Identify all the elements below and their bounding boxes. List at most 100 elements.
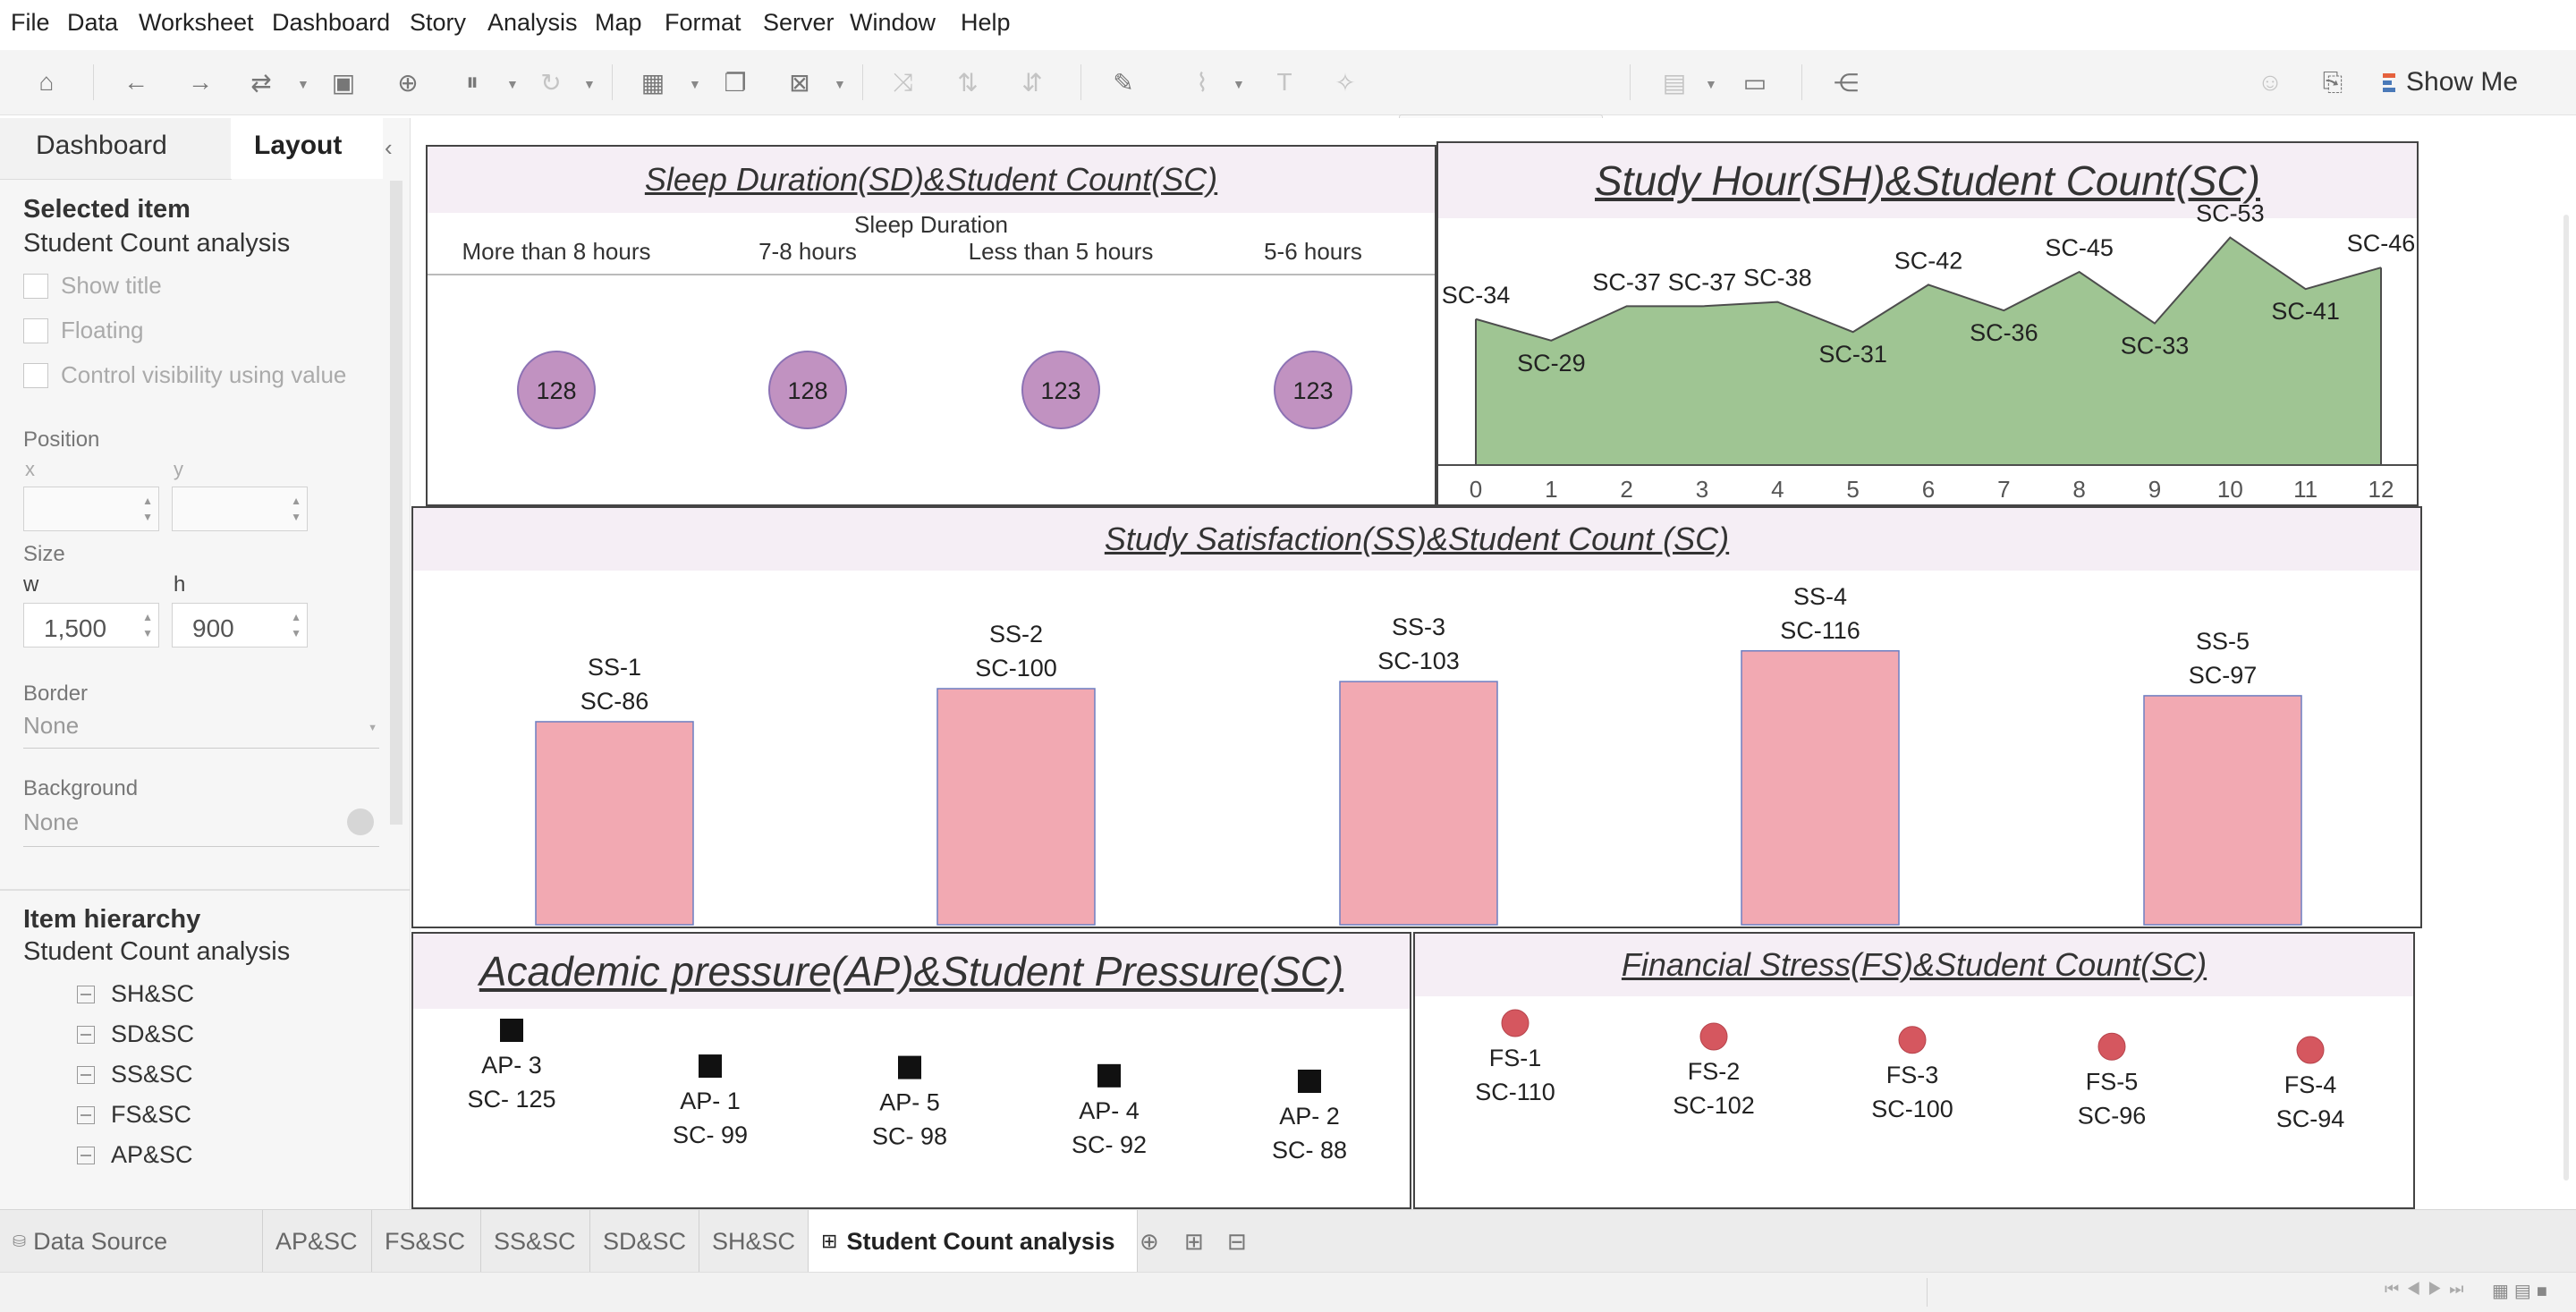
- height-field[interactable]: 900 ▲ ▼: [172, 603, 308, 648]
- chevron-down-icon[interactable]: ▼: [834, 77, 846, 91]
- redo-icon[interactable]: →: [184, 66, 216, 98]
- refresh-icon[interactable]: ↻: [535, 66, 567, 98]
- pressure-category-label: AP- 5: [879, 1089, 940, 1116]
- new-data-source-icon[interactable]: ⊕: [392, 66, 424, 98]
- toolbar-separator: [1080, 64, 1081, 100]
- clear-sheet-icon[interactable]: ⊠: [784, 66, 816, 98]
- sort-ascending-icon[interactable]: ⇅: [952, 66, 984, 98]
- format-painter-icon[interactable]: ⎘: [2317, 66, 2349, 98]
- annotate-icon[interactable]: ⌇: [1186, 66, 1218, 98]
- chevron-down-icon[interactable]: ▼: [1705, 77, 1717, 91]
- color-swatch-icon[interactable]: [347, 808, 374, 835]
- stepper-icon[interactable]: ▲ ▼: [142, 493, 153, 525]
- tab-sh-sc[interactable]: SH&SC: [699, 1210, 809, 1273]
- new-dashboard-icon[interactable]: ⊞: [1184, 1228, 1204, 1256]
- hierarchy-item-fs-sc[interactable]: FS&SC: [77, 1101, 191, 1129]
- width-field[interactable]: 1,500 ▲ ▼: [23, 603, 159, 648]
- sheet-navigation-icon[interactable]: ⏮◀▶⏭: [2385, 1280, 2471, 1299]
- study-satisfaction-marks: SS-1 SC-86 SS-2 SC-100 SS-3 SC-103 SS-4 SC-116 S…: [535, 583, 2302, 926]
- ask-data-icon[interactable]: ☺: [2254, 66, 2286, 98]
- stress-dot: [1699, 1022, 1728, 1051]
- show-title-checkbox[interactable]: Show title: [23, 272, 162, 300]
- menu-analysis[interactable]: Analysis: [487, 9, 578, 37]
- new-story-icon[interactable]: ⊟: [1227, 1228, 1247, 1256]
- tab-sd-sc[interactable]: SD&SC: [590, 1210, 699, 1273]
- pane-scrollbar[interactable]: [390, 181, 402, 825]
- menu-server[interactable]: Server: [763, 9, 835, 37]
- new-worksheet-icon[interactable]: ⊕: [1140, 1228, 1159, 1256]
- study-satisfaction-chart[interactable]: Study Satisfaction(SS)&Student Count (SC…: [411, 506, 2422, 928]
- menu-worksheet[interactable]: Worksheet: [139, 9, 254, 37]
- pressure-square: [1298, 1070, 1321, 1093]
- menu-window[interactable]: Window: [850, 9, 936, 37]
- share-icon[interactable]: ⋲: [1830, 66, 1862, 98]
- dashboard-canvas: Sleep Duration(SD)&Student Count(SC) Sle…: [411, 118, 2576, 1209]
- swap-rows-columns-icon[interactable]: ⤨: [887, 66, 919, 98]
- tab-data-source[interactable]: ⛁ Data Source: [0, 1210, 263, 1273]
- satisfaction-category-label: SS-3: [1392, 614, 1445, 640]
- pressure-count-label: SC- 98: [872, 1123, 947, 1150]
- sleep-category-label: 7-8 hours: [758, 238, 857, 265]
- collapse-pane-icon[interactable]: ‹: [385, 134, 393, 162]
- chevron-down-icon[interactable]: ▼: [297, 77, 309, 91]
- sort-descending-icon[interactable]: ⇵: [1016, 66, 1048, 98]
- presentation-mode-icon[interactable]: ▭: [1739, 66, 1771, 98]
- divider: [0, 889, 410, 891]
- study-hour-chart[interactable]: Study Hour(SH)&Student Count(SC) SC-34 SC…: [1436, 141, 2419, 506]
- sleep-duration-chart[interactable]: Sleep Duration(SD)&Student Count(SC) Sle…: [426, 145, 1436, 506]
- chevron-down-icon[interactable]: ▼: [1233, 77, 1245, 91]
- menu-format[interactable]: Format: [665, 9, 741, 37]
- chevron-down-icon[interactable]: ▼: [689, 77, 701, 91]
- hierarchy-item-sd-sc[interactable]: SD&SC: [77, 1020, 194, 1048]
- menu-file[interactable]: File: [11, 9, 50, 37]
- tab-fs-sc[interactable]: FS&SC: [372, 1210, 481, 1273]
- menu-map[interactable]: Map: [595, 9, 642, 37]
- duplicate-sheet-icon[interactable]: ❐: [719, 66, 751, 98]
- tab-ss-sc[interactable]: SS&SC: [481, 1210, 590, 1273]
- hierarchy-item-sh-sc[interactable]: SH&SC: [77, 980, 194, 1008]
- show-cards-icon[interactable]: ▤: [1658, 66, 1690, 98]
- tab-ap-sc[interactable]: AP&SC: [263, 1210, 372, 1273]
- new-worksheet-icon[interactable]: ▦: [637, 66, 669, 98]
- pause-auto-updates-icon[interactable]: ⏸: [456, 66, 488, 98]
- hierarchy-item-ap-sc[interactable]: AP&SC: [77, 1141, 193, 1169]
- y-field[interactable]: ▲ ▼: [172, 487, 308, 531]
- menu-data[interactable]: Data: [67, 9, 118, 37]
- chevron-down-icon[interactable]: ▼: [506, 77, 519, 91]
- view-mode-icon[interactable]: ▦▤■: [2492, 1280, 2553, 1302]
- undo-icon[interactable]: ←: [120, 66, 152, 98]
- show-me-button[interactable]: Show Me: [2383, 64, 2518, 100]
- stepper-icon[interactable]: ▲ ▼: [291, 493, 301, 525]
- highlight-icon[interactable]: ✎: [1107, 66, 1140, 98]
- home-icon[interactable]: ⌂: [30, 66, 63, 98]
- sheet-icon: [77, 1105, 95, 1124]
- tab-dashboard[interactable]: Dashboard: [0, 118, 232, 180]
- financial-stress-chart[interactable]: Financial Stress(FS)&Student Count(SC) F…: [1413, 932, 2415, 1209]
- floating-checkbox[interactable]: Floating: [23, 317, 144, 344]
- menu-story[interactable]: Story: [410, 9, 466, 37]
- replace-data-source-icon[interactable]: ⇄: [245, 66, 277, 98]
- item-hierarchy-root[interactable]: Student Count analysis: [23, 937, 290, 967]
- menu-dashboard[interactable]: Dashboard: [272, 9, 390, 37]
- hierarchy-item-ss-sc[interactable]: SS&SC: [77, 1061, 193, 1088]
- tab-student-count-analysis[interactable]: ⊞ Student Count analysis: [809, 1210, 1138, 1273]
- background-select[interactable]: None: [23, 808, 379, 847]
- hierarchy-item-label: FS&SC: [111, 1101, 192, 1128]
- save-icon[interactable]: ▣: [327, 66, 360, 98]
- stepper-icon[interactable]: ▲ ▼: [291, 609, 301, 641]
- academic-pressure-chart[interactable]: Academic pressure(AP)&Student Pressure(S…: [411, 932, 1411, 1209]
- chevron-down-icon[interactable]: ▼: [583, 77, 596, 91]
- study-hour-marks: SC-34SC-29SC-37 SC-37 SC-38SC-31SC-42SC-36…: [1438, 200, 2417, 503]
- show-mark-labels-icon[interactable]: T: [1268, 66, 1301, 98]
- stepper-icon[interactable]: ▲ ▼: [142, 609, 153, 641]
- canvas-scrollbar[interactable]: [2563, 215, 2569, 1181]
- control-visibility-checkbox[interactable]: Control visibility using value: [23, 361, 346, 389]
- menu-help[interactable]: Help: [961, 9, 1011, 37]
- border-select[interactable]: None ▼: [23, 712, 379, 749]
- x-field[interactable]: ▲ ▼: [23, 487, 159, 531]
- fix-axes-icon[interactable]: ✧: [1329, 66, 1361, 98]
- study-hour-data-label: SC-31: [1818, 341, 1887, 368]
- tab-layout[interactable]: Layout: [231, 118, 383, 179]
- toolbar-separator: [93, 64, 94, 100]
- satisfaction-category-label: SS-2: [989, 621, 1043, 648]
